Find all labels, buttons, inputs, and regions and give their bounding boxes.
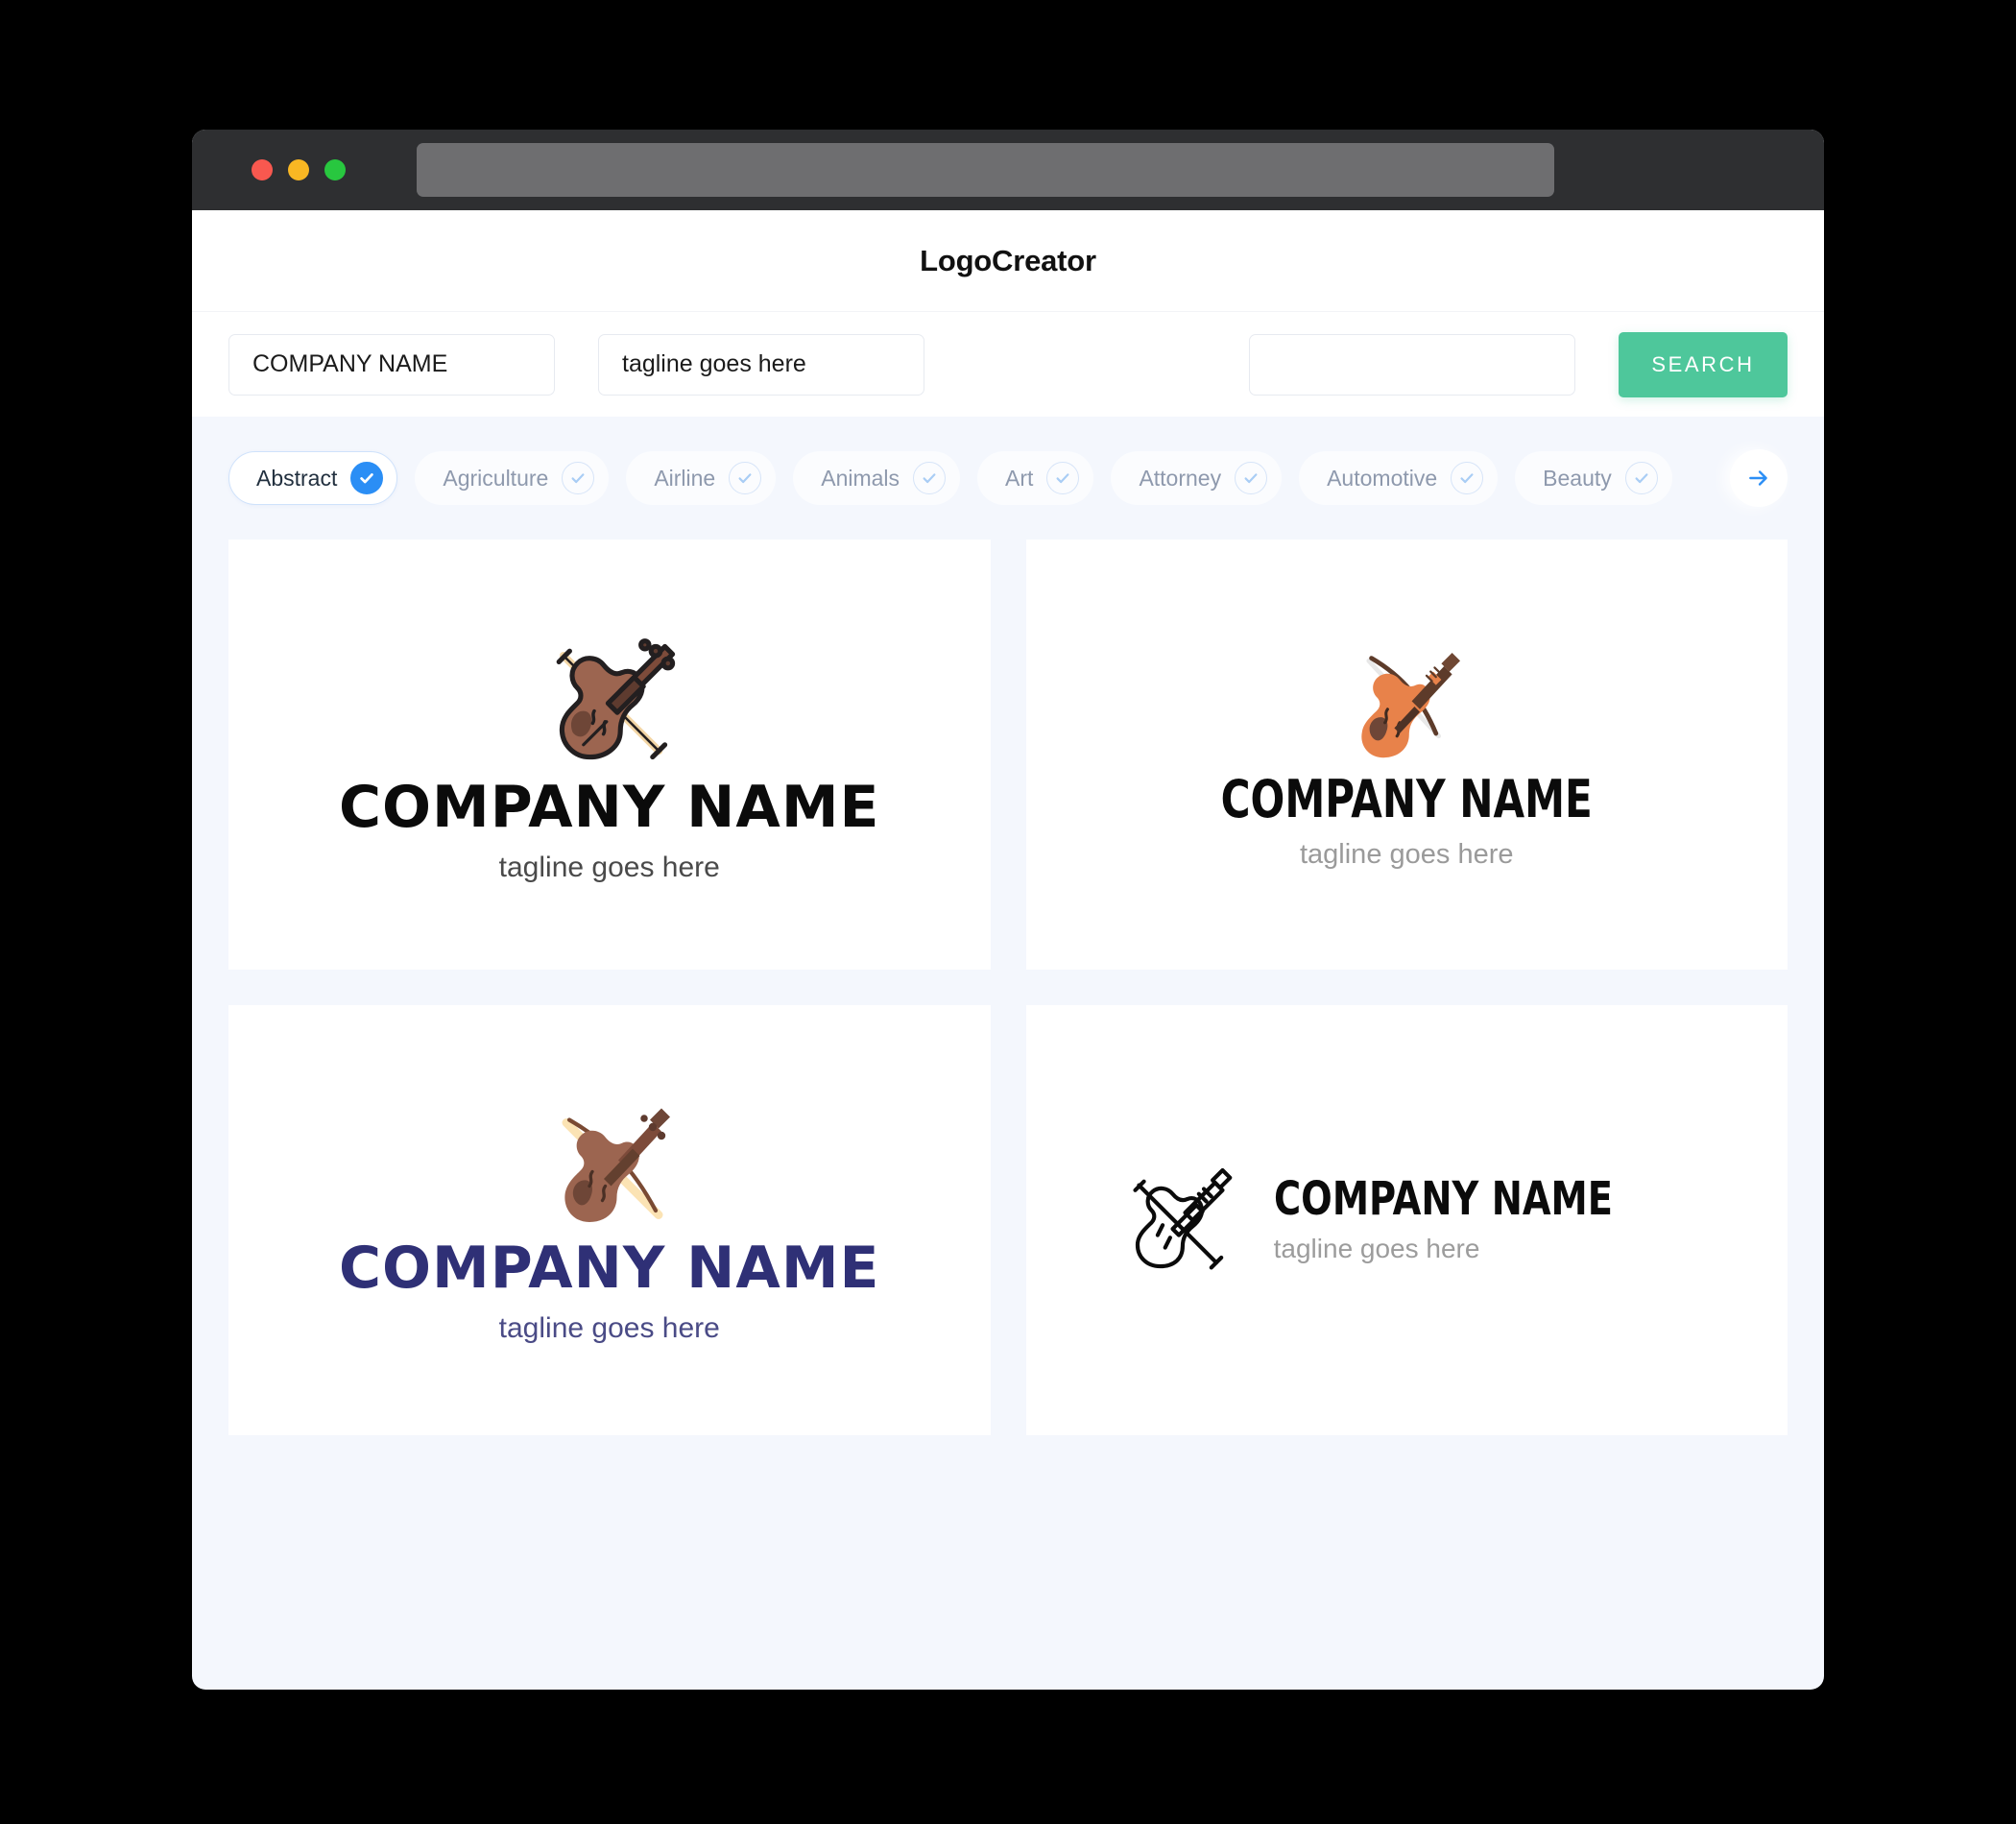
check-icon xyxy=(913,462,947,494)
category-chip-agriculture[interactable]: Agriculture xyxy=(415,451,610,505)
category-chip-art[interactable]: Art xyxy=(977,451,1094,505)
logo-results-grid: COMPANY NAME tagline goes here COMPANY N… xyxy=(192,540,1824,1472)
category-chip-animals[interactable]: Animals xyxy=(793,451,961,505)
browser-titlebar xyxy=(192,130,1824,210)
category-chip-label: Agriculture xyxy=(443,465,549,491)
category-chip-label: Automotive xyxy=(1327,465,1438,491)
category-chip-label: Beauty xyxy=(1543,465,1612,491)
category-chip-label: Abstract xyxy=(256,465,338,491)
check-icon xyxy=(350,462,384,494)
check-icon xyxy=(729,462,762,494)
check-icon xyxy=(562,462,595,494)
logo-result-card[interactable]: COMPANY NAME tagline goes here xyxy=(228,1005,991,1435)
maximize-window-button[interactable] xyxy=(324,159,346,180)
category-chip-attorney[interactable]: Attorney xyxy=(1111,451,1283,505)
keyword-input[interactable] xyxy=(1249,333,1575,396)
tagline-input[interactable] xyxy=(598,333,924,396)
logo-company-name: COMPANY NAME xyxy=(1220,768,1593,829)
traffic-light-group xyxy=(252,159,346,180)
category-chip-label: Attorney xyxy=(1139,465,1222,491)
category-filter-bar: Abstract Agriculture Airline Animals Art xyxy=(192,417,1824,540)
search-button[interactable]: SEARCH xyxy=(1619,331,1788,397)
category-chip-automotive[interactable]: Automotive xyxy=(1299,451,1499,505)
violin-flat-brown-icon xyxy=(538,1095,682,1239)
logo-tagline: tagline goes here xyxy=(1273,1234,1480,1263)
check-icon xyxy=(1235,462,1268,494)
check-icon xyxy=(1046,462,1080,494)
logo-result-card[interactable]: COMPANY NAME tagline goes here xyxy=(1025,540,1788,970)
close-window-button[interactable] xyxy=(252,159,273,180)
category-chip-beauty[interactable]: Beauty xyxy=(1515,451,1672,505)
logo-tagline: tagline goes here xyxy=(1299,838,1514,870)
violin-lineart-black-icon xyxy=(1116,1158,1241,1283)
logo-result-card[interactable]: COMPANY NAME tagline goes here xyxy=(1025,1005,1788,1435)
app-title: LogoCreator xyxy=(920,243,1096,277)
logo-company-name: COMPANY NAME xyxy=(338,774,880,841)
category-chip-airline[interactable]: Airline xyxy=(626,451,777,505)
check-icon xyxy=(1624,462,1658,494)
logo-company-name: COMPANY NAME xyxy=(338,1235,880,1302)
check-icon xyxy=(1451,462,1484,494)
company-name-input[interactable] xyxy=(228,333,555,396)
minimize-window-button[interactable] xyxy=(288,159,309,180)
next-categories-button[interactable] xyxy=(1730,449,1788,507)
category-chip-label: Airline xyxy=(654,465,716,491)
logo-tagline: tagline goes here xyxy=(498,1312,720,1344)
browser-window: LogoCreator SEARCH Abstract Agriculture … xyxy=(192,130,1824,1690)
violin-outlined-brown-icon xyxy=(533,625,686,779)
violin-flat-orange-icon xyxy=(1339,639,1474,774)
search-toolbar: SEARCH xyxy=(192,311,1824,417)
arrow-right-icon xyxy=(1749,470,1767,486)
category-chip-label: Animals xyxy=(821,465,900,491)
logo-tagline: tagline goes here xyxy=(498,852,720,883)
logo-result-card[interactable]: COMPANY NAME tagline goes here xyxy=(228,540,991,970)
browser-url-bar[interactable] xyxy=(417,143,1554,197)
category-chip-abstract[interactable]: Abstract xyxy=(228,451,398,505)
app-header: LogoCreator xyxy=(192,210,1824,311)
category-chip-label: Art xyxy=(1005,465,1034,491)
logo-company-name: COMPANY NAME xyxy=(1273,1172,1613,1226)
